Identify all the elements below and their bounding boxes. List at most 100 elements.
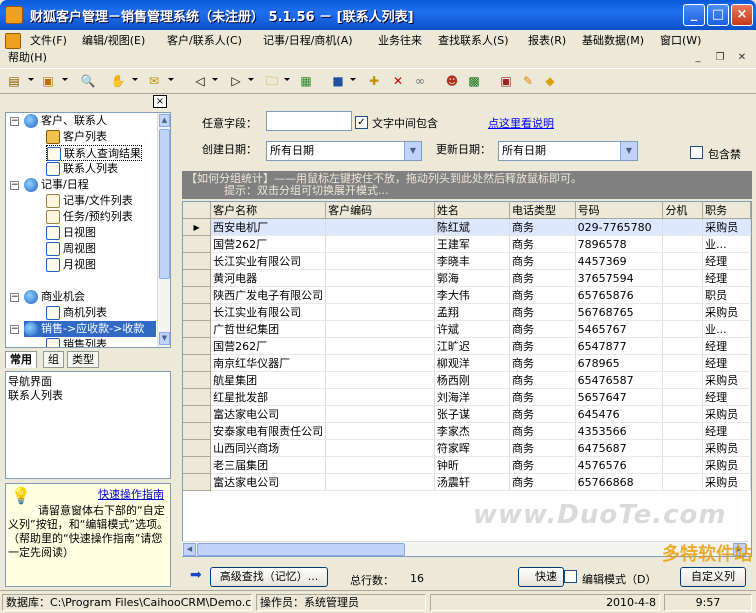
cell-title[interactable]: 采购员	[702, 456, 751, 474]
cell-name[interactable]: 李家杰	[434, 422, 511, 440]
cell-extension[interactable]	[662, 405, 704, 423]
cell-name[interactable]: 柳观洋	[434, 354, 511, 372]
header-customer-name[interactable]: 客户名称	[210, 202, 327, 219]
menu-help[interactable]: 帮助(H)	[8, 51, 47, 65]
cell-name[interactable]: 刘海洋	[434, 388, 511, 406]
cell-customer-code[interactable]	[325, 252, 435, 270]
cell-extension[interactable]	[662, 286, 704, 304]
updated-date-select[interactable]: 所有日期 ▼	[498, 141, 638, 161]
cell-title[interactable]: 采购员	[702, 218, 751, 236]
cell-customer-name[interactable]: 黄河电器	[210, 269, 327, 287]
cell-customer-name[interactable]: 广哲世纪集团	[210, 320, 327, 338]
row-selector[interactable]	[183, 405, 212, 423]
cell-customer-code[interactable]	[325, 286, 435, 304]
table-row[interactable]: 山西同兴商场 符家晖 商务 6475687 采购员	[183, 439, 751, 457]
header-customer-code[interactable]: 客户编码	[325, 202, 435, 219]
cell-name[interactable]: 许斌	[434, 320, 511, 338]
cell-name[interactable]: 王建军	[434, 235, 511, 253]
menu-edit-view[interactable]: 编辑/视图(E)	[82, 33, 145, 49]
doc-icon[interactable]: ▦	[298, 73, 314, 89]
header-title[interactable]: 职务	[702, 202, 751, 219]
scroll-left-icon[interactable]: ◀	[183, 543, 196, 556]
cell-phone-type[interactable]: 商务	[509, 354, 576, 372]
table-row[interactable]: 国营262厂 王建军 商务 7896578 业...	[183, 235, 751, 253]
cell-customer-code[interactable]	[325, 354, 435, 372]
cell-customer-name[interactable]: 老三届集团	[210, 456, 327, 474]
cell-customer-code[interactable]	[325, 371, 435, 389]
chevron-down-icon[interactable]	[168, 78, 174, 81]
tree-node-day-view[interactable]: 日视图	[46, 225, 96, 241]
cell-title[interactable]: 经理	[702, 269, 751, 287]
cell-extension[interactable]	[662, 439, 704, 457]
cell-phone-type[interactable]: 商务	[509, 473, 576, 491]
cell-title[interactable]: 经理	[702, 388, 751, 406]
table-row[interactable]: 富达家电公司 张子谋 商务 645476 采购员	[183, 405, 751, 423]
header-number[interactable]: 号码	[575, 202, 664, 219]
cell-title[interactable]: 采购员	[702, 303, 751, 321]
chevron-down-icon[interactable]: ▼	[404, 142, 421, 160]
cell-name[interactable]: 汤震轩	[434, 473, 511, 491]
tab-type[interactable]: 类型	[67, 351, 99, 368]
tab-group[interactable]: 组	[43, 351, 64, 368]
cell-extension[interactable]	[662, 320, 704, 338]
cell-customer-name[interactable]: 西安电机厂	[210, 218, 327, 236]
cell-name[interactable]: 钟昕	[434, 456, 511, 474]
cell-customer-name[interactable]: 富达家电公司	[210, 473, 327, 491]
cell-phone-type[interactable]: 商务	[509, 439, 576, 457]
cell-number[interactable]: 4353566	[575, 422, 664, 440]
tree-node-customer-list[interactable]: 客户列表	[46, 129, 107, 145]
cell-extension[interactable]	[662, 269, 704, 287]
row-selector[interactable]	[183, 439, 212, 457]
row-selector[interactable]	[183, 371, 212, 389]
tree-node-customers-contacts[interactable]: 客户、联系人	[24, 113, 107, 129]
cell-number[interactable]: 4457369	[575, 252, 664, 270]
cell-phone-type[interactable]: 商务	[509, 405, 576, 423]
cell-extension[interactable]	[662, 303, 704, 321]
chevron-down-icon[interactable]	[62, 78, 68, 81]
chevron-down-icon[interactable]	[28, 78, 34, 81]
mail-icon[interactable]: ✉	[146, 73, 162, 89]
cell-title[interactable]: 业...	[702, 320, 751, 338]
chevron-down-icon[interactable]	[132, 78, 138, 81]
cell-name[interactable]: 江旷迟	[434, 337, 511, 355]
tree-node-notes-files[interactable]: 记事/文件列表	[46, 193, 133, 209]
quick-button[interactable]: 快速	[518, 567, 564, 587]
chevron-down-icon[interactable]	[248, 78, 254, 81]
navigation-tree[interactable]: − 客户、联系人 客户列表 联系人查询结果 联系人列表 − 记事/日程 记事/文…	[5, 112, 171, 348]
cell-customer-code[interactable]	[325, 456, 435, 474]
menu-report[interactable]: 报表(R)	[528, 33, 566, 49]
collapse-icon[interactable]: −	[10, 325, 19, 334]
cell-title[interactable]: 业...	[702, 235, 751, 253]
quick-guide-link[interactable]: 快速操作指南	[98, 486, 164, 502]
cell-phone-type[interactable]: 商务	[509, 286, 576, 304]
advanced-search-button[interactable]: 高级查找（记忆）...	[210, 567, 328, 587]
cell-extension[interactable]	[662, 337, 704, 355]
cell-number[interactable]: 6547877	[575, 337, 664, 355]
tree-node-week-view[interactable]: 周视图	[46, 241, 96, 257]
cell-title[interactable]: 采购员	[702, 371, 751, 389]
row-selector[interactable]	[183, 337, 212, 355]
row-selector[interactable]	[183, 320, 212, 338]
cell-phone-type[interactable]: 商务	[509, 269, 576, 287]
table-row[interactable]: 富达家电公司 汤震轩 商务 65766868 采购员	[183, 473, 751, 491]
diamond-icon[interactable]: ◆	[542, 73, 558, 89]
cell-title[interactable]: 经理	[702, 252, 751, 270]
cell-customer-name[interactable]: 长江实业有限公司	[210, 252, 327, 270]
scroll-up-icon[interactable]: ▲	[159, 114, 170, 127]
tree-node-contact-list[interactable]: 联系人列表	[46, 161, 118, 177]
cell-customer-code[interactable]	[325, 320, 435, 338]
row-selector[interactable]	[183, 235, 212, 253]
custom-columns-button[interactable]: 自定义列	[680, 567, 746, 587]
contact-grid[interactable]: 客户名称 客户编码 姓名 电话类型 号码 分机 职务 ▶ 西安电机厂 陈红斌 商务 02…	[182, 201, 752, 557]
cell-title[interactable]: 采购员	[702, 439, 751, 457]
chevron-down-icon[interactable]	[212, 78, 218, 81]
menu-file[interactable]: 文件(F)	[30, 33, 67, 49]
cell-customer-name[interactable]: 山西同兴商场	[210, 439, 327, 457]
cell-customer-code[interactable]	[325, 337, 435, 355]
collapse-icon[interactable]: −	[10, 181, 19, 190]
row-selector[interactable]	[183, 354, 212, 372]
any-field-input[interactable]	[266, 111, 352, 131]
tree-node-business-opportunity[interactable]: 商业机会	[24, 289, 85, 305]
tree-node-tasks[interactable]: 任务/预约列表	[46, 209, 133, 225]
table-row[interactable]: 老三届集团 钟昕 商务 4576576 采购员	[183, 456, 751, 474]
